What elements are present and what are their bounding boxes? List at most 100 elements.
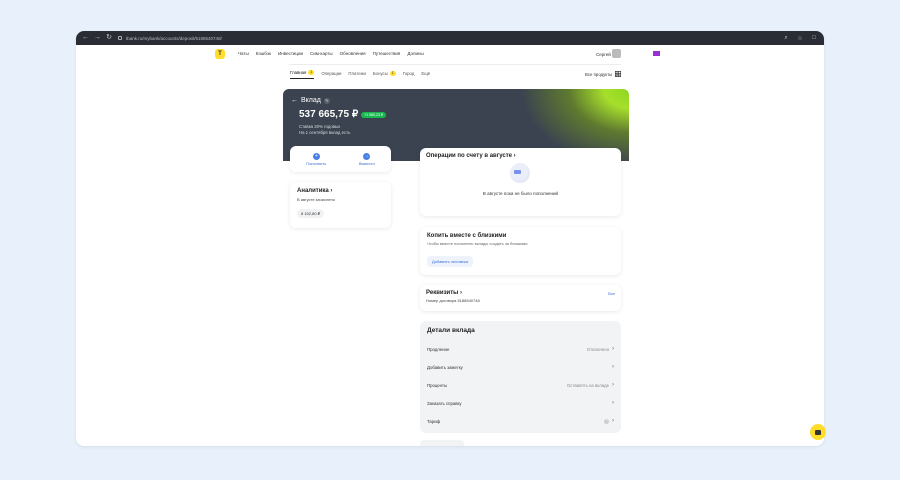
chevron-right-icon: ›: [612, 364, 614, 370]
extension-badge: [653, 51, 660, 56]
reload-icon[interactable]: ↻: [106, 31, 112, 45]
chevron-right-icon: ›: [612, 382, 614, 388]
analytics-value: 8 152,80 ₽: [297, 209, 325, 218]
tab-more[interactable]: Ещё: [421, 71, 430, 79]
tab-badge: 1: [389, 70, 396, 76]
tab-label: Платежи: [348, 70, 366, 76]
row-label: Тариф: [427, 418, 441, 424]
back-icon[interactable]: ←: [82, 31, 89, 45]
contract-number: Номер договора 5188540748: [426, 298, 480, 303]
tab-label: Главная: [290, 70, 307, 75]
deposit-details-card: Детали вклада Продление Отключено › Добав…: [420, 321, 621, 433]
details-row-tariff[interactable]: Тариф ? ›: [427, 412, 614, 430]
analytics-title-text: Аналитика: [297, 188, 329, 194]
topup-button[interactable]: + Пополнить: [306, 152, 327, 166]
nav-item[interactable]: Долины: [407, 51, 423, 56]
url-text: tbank.ru/mybank/accounts/deposit/5188540…: [126, 35, 222, 41]
row-label: Проценты: [427, 382, 448, 388]
operations-card: Операции по счету в августе › В августе …: [420, 148, 621, 216]
operations-title[interactable]: Операции по счету в августе ›: [426, 153, 615, 159]
browser-toolbar: ← → ↻ tbank.ru/mybank/accounts/deposit/5…: [76, 31, 824, 45]
requisites-card: Реквизиты › Номер договора 5188540748 Вс…: [420, 285, 621, 311]
details-row-note[interactable]: Добавить заметку ›: [427, 358, 614, 376]
save-together-sub: Чтобы вместе пополнять вклады создать за…: [427, 241, 528, 246]
withdraw-label: Вывести: [358, 160, 375, 166]
withdraw-button[interactable]: → Вывести: [358, 152, 375, 166]
nav-item[interactable]: Сим-карты: [310, 51, 333, 56]
main-tabs: Главная 1 Операции Платежи Бонусы 1 Горо…: [290, 70, 430, 79]
site-header: [76, 45, 824, 89]
back-arrow-icon[interactable]: ←: [291, 97, 298, 104]
nav-item[interactable]: Чаты: [238, 51, 249, 56]
avatar[interactable]: [612, 49, 621, 58]
details-row-renewal[interactable]: Продление Отключено ›: [427, 340, 614, 358]
requisites-title[interactable]: Реквизиты ›: [426, 290, 615, 296]
deposit-title-text: Вклад: [301, 97, 321, 104]
deposit-title[interactable]: ← Вклад ✎: [291, 97, 330, 104]
tab-main[interactable]: Главная 1: [290, 70, 315, 79]
forward-icon[interactable]: →: [94, 31, 101, 45]
row-label: Продление: [427, 346, 450, 352]
tab-operations[interactable]: Операции: [321, 71, 341, 79]
tab-label: Ещё: [421, 70, 431, 76]
tab-label: Бонусы: [372, 70, 388, 76]
grid-icon: [615, 71, 622, 77]
tab-label: Город: [402, 70, 415, 76]
tab-label: Операции: [321, 70, 342, 76]
add-person-button[interactable]: Добавить человека: [427, 256, 473, 267]
address-bar[interactable]: tbank.ru/mybank/accounts/deposit/5188540…: [118, 36, 776, 41]
plus-icon: +: [312, 152, 320, 160]
chevron-right-icon: ›: [612, 418, 614, 424]
deposit-info: Ставка 20% годовых На 1 сентября вклад е…: [299, 124, 350, 136]
amount-text: 537 665,75 ₽: [299, 109, 359, 120]
deposit-actions: + Пополнить → Вывести: [290, 146, 391, 172]
details-title: Детали вклада: [427, 327, 475, 334]
row-value: Отключено: [586, 346, 609, 352]
nav-item[interactable]: Инвестиции: [278, 51, 303, 56]
divider: [289, 64, 621, 65]
logo[interactable]: Т: [215, 49, 225, 59]
operations-title-text: Операции по счету в августе: [426, 153, 513, 159]
search-icon[interactable]: ⌕: [782, 35, 790, 42]
row-label: Заказать справку: [427, 400, 462, 406]
details-row-interest[interactable]: Проценты Оставлять на вкладе ›: [427, 376, 614, 394]
term-text: На 1 сентября вклад есть: [299, 130, 351, 135]
chevron-right-icon: ›: [612, 346, 614, 352]
nav-item[interactable]: Обновления: [340, 51, 366, 56]
help-icon[interactable]: ?: [604, 418, 609, 424]
chat-button[interactable]: [810, 424, 826, 440]
chat-icon: [815, 429, 821, 435]
tab-badge: 1: [308, 70, 315, 75]
save-together-card: Копить вместе с близкими Чтобы вместе по…: [420, 227, 621, 275]
analytics-title: Аналитика ›: [297, 188, 333, 194]
lock-icon: [118, 36, 122, 40]
deposit-amount: 537 665,75 ₽ +1 580,23 ₽: [299, 109, 387, 120]
analytics-card[interactable]: Аналитика › В августе зачислено 8 152,80…: [290, 182, 391, 228]
analytics-sub: В августе зачислено: [297, 197, 335, 202]
topup-label: Пополнить: [306, 160, 327, 166]
empty-state-icon: [510, 163, 530, 183]
requisites-title-text: Реквизиты: [426, 290, 459, 296]
empty-state-text: В августе пока не было пополнений: [482, 191, 559, 196]
income-chip: +1 580,23 ₽: [361, 111, 387, 118]
all-products-button[interactable]: Все продукты: [585, 71, 622, 77]
chevron-right-icon: ›: [612, 400, 614, 406]
tab-city[interactable]: Город: [403, 71, 415, 79]
nav-item[interactable]: Путешествия: [373, 51, 401, 56]
edit-icon[interactable]: ✎: [323, 97, 330, 104]
tab-payments[interactable]: Платежи: [348, 71, 365, 79]
top-nav: Чаты Кэшбэк Инвестиции Сим-карты Обновле…: [238, 51, 424, 56]
user-name[interactable]: Сергей: [596, 52, 611, 57]
requisites-all-link[interactable]: Все: [608, 291, 615, 296]
save-together-title: Копить вместе с близкими: [427, 233, 507, 239]
all-products-label: Все продукты: [585, 71, 613, 77]
arrow-icon: →: [363, 152, 371, 160]
details-row-certificate[interactable]: Заказать справку ›: [427, 394, 614, 412]
star-icon[interactable]: ☆: [796, 35, 804, 42]
nav-item[interactable]: Кэшбэк: [256, 51, 271, 56]
row-label: Добавить заметку: [427, 364, 463, 370]
tab-bonuses[interactable]: Бонусы 1: [372, 70, 396, 79]
next-card-edge: [420, 440, 464, 446]
row-value: Оставлять на вкладе: [566, 382, 609, 388]
extensions-icon[interactable]: □: [810, 35, 818, 41]
